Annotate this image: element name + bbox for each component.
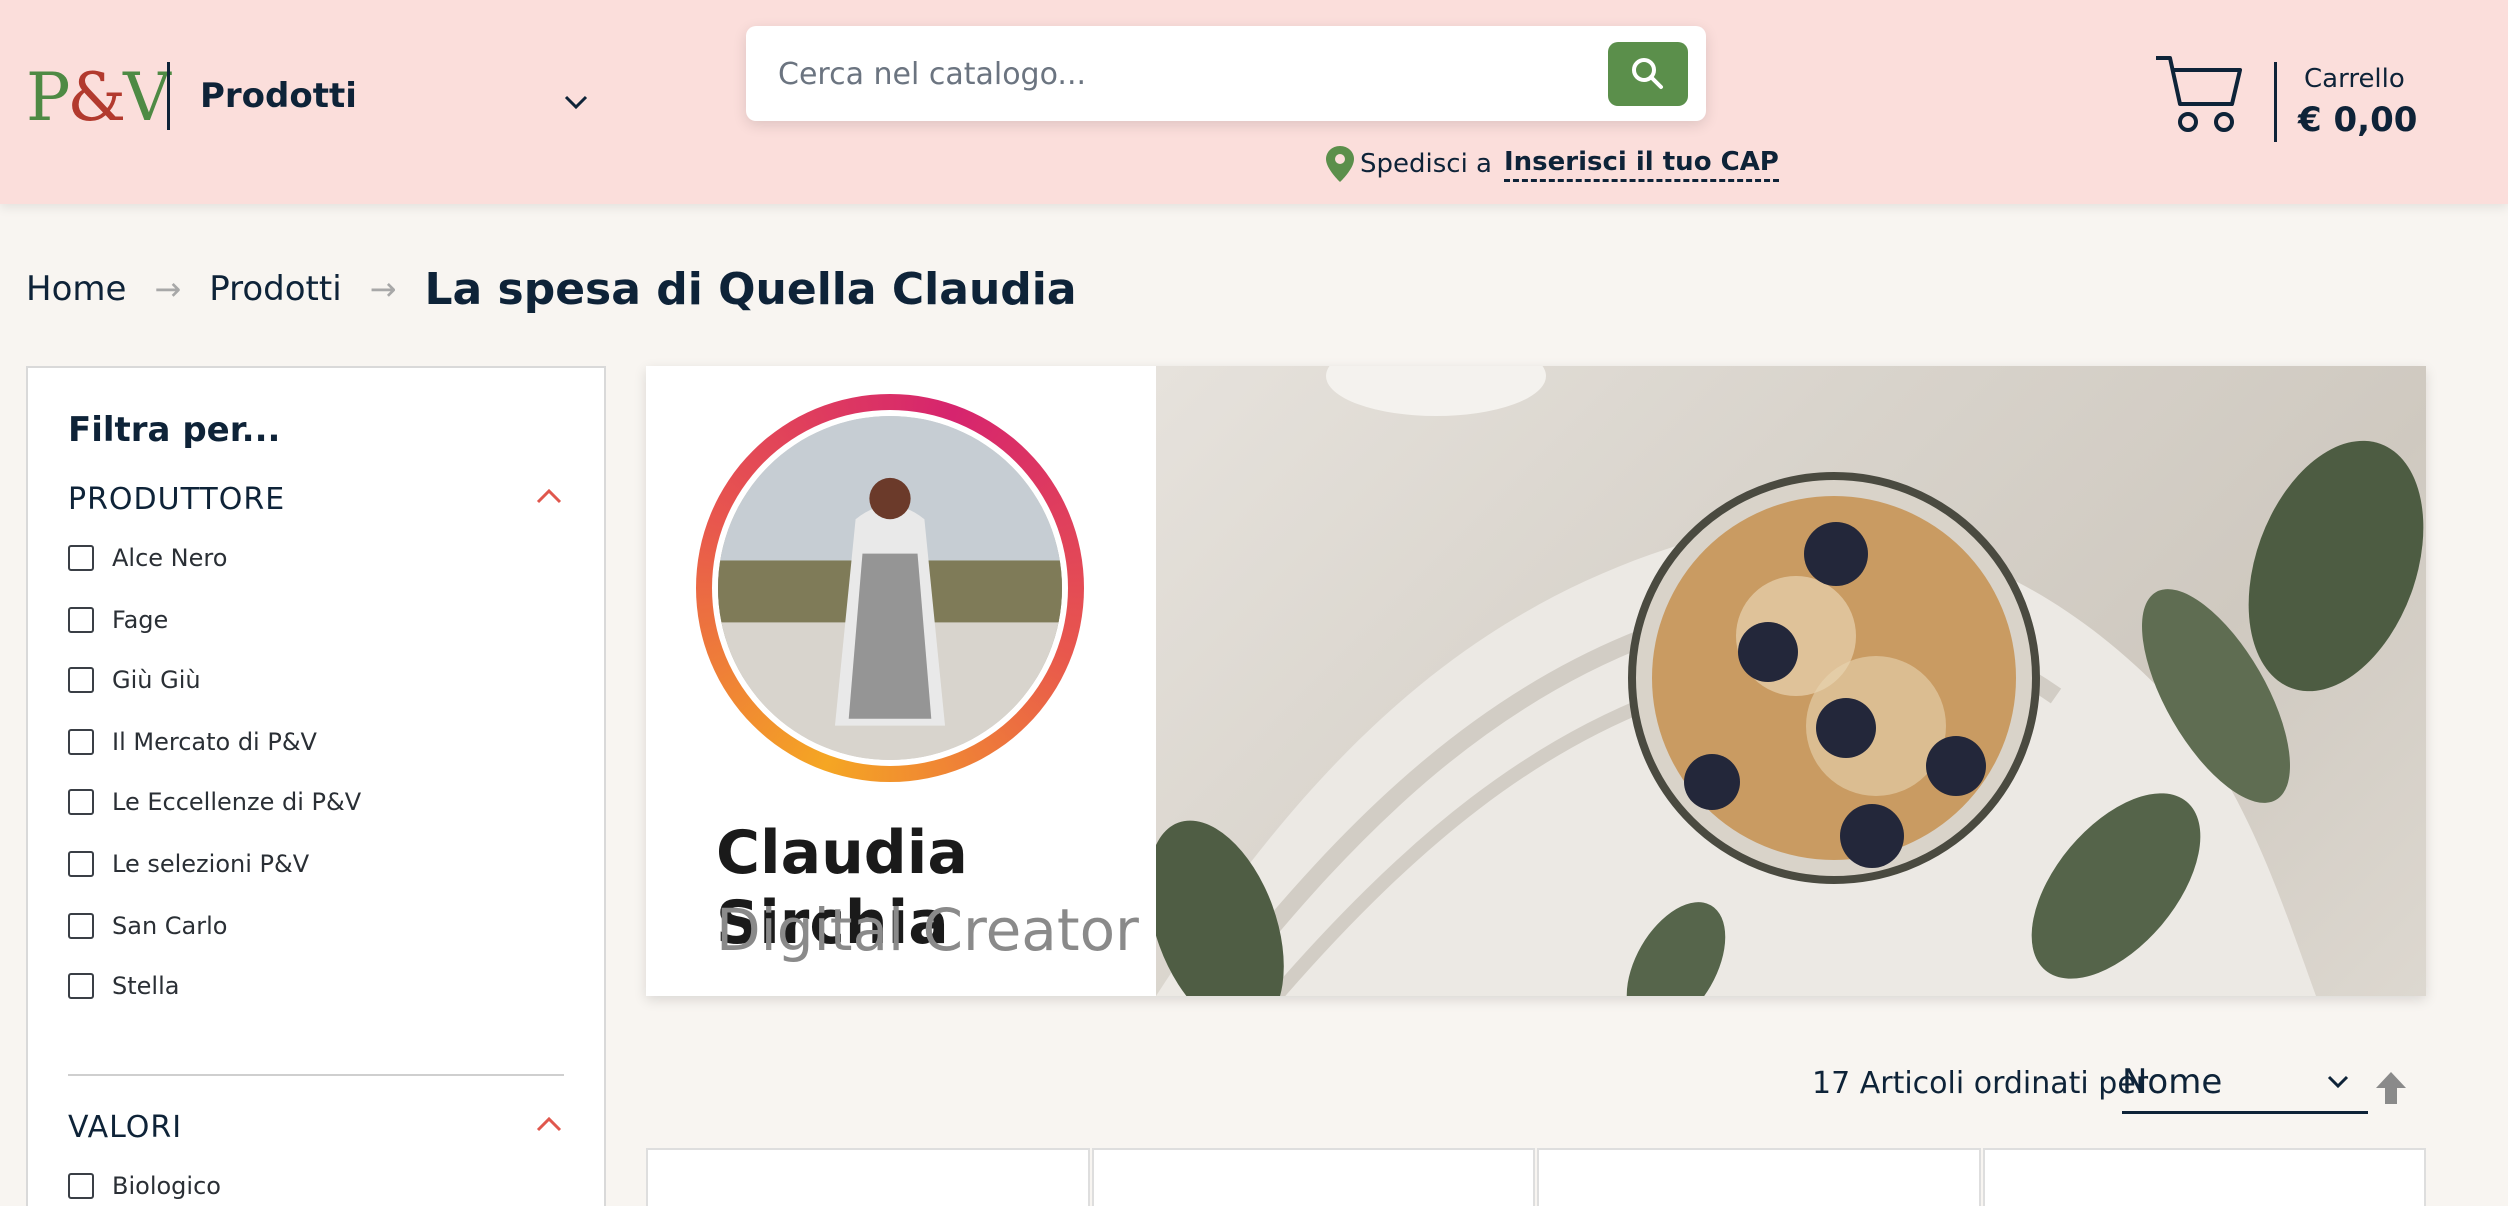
filter-option[interactable]: Alce Nero [68,544,227,572]
category-menu-label[interactable]: Prodotti [200,76,357,116]
checkbox-icon[interactable] [68,545,94,571]
search-icon [1632,58,1663,89]
filter-option[interactable]: Stella [68,972,179,1000]
filter-title: Filtra per... [68,410,281,450]
banner-photo [1148,366,2426,996]
chevron-up-icon[interactable] [534,486,564,506]
breadcrumb-prodotti[interactable]: Prodotti [209,269,341,309]
shipping-info: Spedisci a Inserisci il tuo CAP [1326,146,1779,182]
checkbox-icon[interactable] [68,789,94,815]
filter-option[interactable]: Fage [68,606,168,634]
creator-role: Digital Creator [716,896,1139,964]
avatar [696,394,1084,782]
cart-icon[interactable] [2154,52,2244,136]
cart-label[interactable]: Carrello [2304,64,2405,94]
cart-total[interactable]: € 0,00 [2298,100,2417,140]
site-logo[interactable]: P&V [26,58,171,138]
shipping-cap-link[interactable]: Inserisci il tuo CAP [1504,147,1779,182]
filter-option[interactable]: San Carlo [68,912,227,940]
product-card[interactable] [1537,1148,1981,1206]
filter-option-label: Biologico [112,1172,221,1200]
search-button[interactable] [1608,42,1688,106]
filter-option[interactable]: Biologico [68,1172,221,1200]
chevron-down-icon[interactable] [562,88,590,116]
logo-p: P [26,59,70,136]
product-grid [646,1148,2426,1206]
filter-option-label: Alce Nero [112,544,228,572]
sidebar-divider [68,1074,564,1076]
filter-option-label: Giù Giù [112,666,201,694]
checkbox-icon[interactable] [68,973,94,999]
chevron-down-icon [2327,1075,2349,1089]
creator-banner: Claudia Sirchia Digital Creator [646,366,2426,996]
filter-sidebar: Filtra per... PRODUTTORE Alce Nero Fage … [26,366,606,1206]
avatar-photo [718,416,1062,760]
checkbox-icon[interactable] [68,607,94,633]
filter-option-label: Fage [112,606,169,634]
sort-arrow-up-icon[interactable] [2374,1070,2408,1106]
breadcrumb-arrow-icon: → [369,270,397,308]
logo-amp: & [67,59,126,136]
filter-option[interactable]: Le selezioni P&V [68,850,309,878]
filter-option-label: Il Mercato di P&V [112,728,317,756]
filter-option-label: Le selezioni P&V [112,850,310,878]
checkbox-icon[interactable] [68,729,94,755]
filter-option-label: Stella [112,972,180,1000]
cart-divider [2274,62,2277,142]
checkbox-icon[interactable] [68,913,94,939]
checkbox-icon[interactable] [68,667,94,693]
filter-option[interactable]: Giù Giù [68,666,201,694]
search-box [746,26,1706,121]
header-divider [167,62,170,130]
filter-option-label: Le Eccellenze di P&V [112,788,362,816]
breadcrumb-arrow-icon: → [154,270,182,308]
logo-v: V [123,59,171,136]
sort-select[interactable]: Nome [2122,1056,2368,1114]
product-card[interactable] [1982,1148,2426,1206]
filter-option[interactable]: Il Mercato di P&V [68,728,317,756]
breadcrumb-home[interactable]: Home [26,269,126,309]
sort-select-value: Nome [2122,1062,2223,1102]
site-header: P&V Prodotti Spedisci a Inserisci il tuo… [0,0,2508,204]
page-title: La spesa di Quella Claudia [424,263,1077,315]
product-card[interactable] [1091,1148,1535,1206]
filter-option-label: San Carlo [112,912,228,940]
filter-section-title-produttore[interactable]: PRODUTTORE [68,482,285,517]
breadcrumb: Home → Prodotti → La spesa di Quella Cla… [26,263,1077,315]
article-count: 17 Articoli ordinati per [1812,1066,2149,1101]
filter-section-title-valori[interactable]: VALORI [68,1110,182,1145]
search-input[interactable] [778,46,1598,102]
filter-option[interactable]: Le Eccellenze di P&V [68,788,361,816]
creator-profile: Claudia Sirchia Digital Creator [646,366,1156,996]
location-pin-icon [1326,146,1354,182]
product-card[interactable] [646,1148,1090,1206]
checkbox-icon[interactable] [68,851,94,877]
chevron-up-icon[interactable] [534,1114,564,1134]
checkbox-icon[interactable] [68,1173,94,1199]
shipping-prefix: Spedisci a [1360,149,1492,179]
